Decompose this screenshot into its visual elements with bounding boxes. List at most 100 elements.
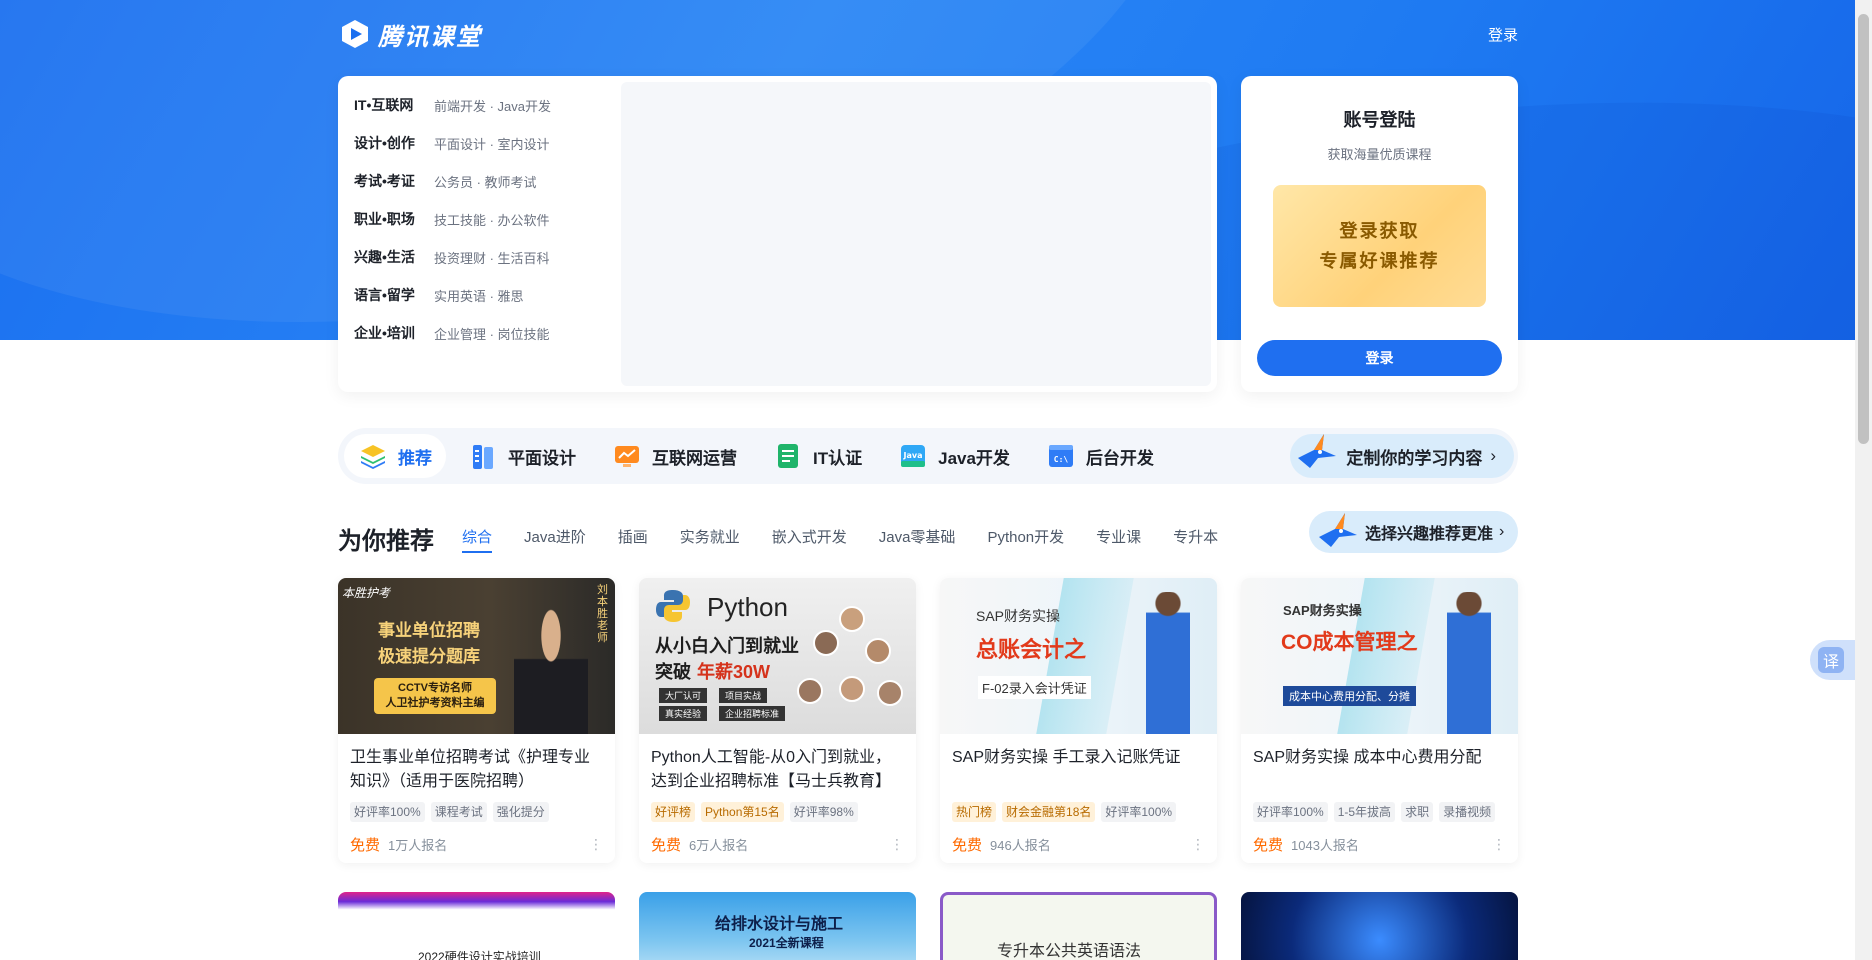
course-tags: 好评榜 Python第15名 好评率98% (651, 802, 904, 822)
topic-tab-internet-ops[interactable]: 互联网运营 (598, 434, 751, 478)
category-sub-label[interactable]: 企业管理 · 岗位技能 (434, 324, 550, 343)
scrollbar-thumb[interactable] (1858, 14, 1869, 444)
header-login-link[interactable]: 登录 (1488, 24, 1518, 45)
topic-tab-backend[interactable]: C:\ 后台开发 (1032, 434, 1168, 478)
bird-mascot-icon (1319, 513, 1357, 547)
more-vertical-icon[interactable]: ⋮ (890, 836, 904, 853)
login-card: 账号登陆 获取海量优质课程 登录获取 专属好课推荐 登录 (1241, 76, 1518, 392)
translate-button[interactable]: 译 (1810, 640, 1855, 680)
course-card[interactable]: 专升本公共英语语法 (940, 892, 1217, 960)
businessman-figure (1447, 592, 1491, 734)
category-item[interactable]: 兴趣•生活 投资理财 · 生活百科 (354, 238, 614, 276)
more-vertical-icon[interactable]: ⋮ (1191, 836, 1205, 853)
customize-learning-button[interactable]: 定制你的学习内容 › (1290, 434, 1514, 478)
course-title[interactable]: 卫生事业单位招聘考试《护理专业知识》（适用于医院招聘） (350, 746, 603, 794)
banner-carousel[interactable] (621, 82, 1211, 386)
course-tag: 好评率100% (1101, 802, 1177, 822)
course-tag: 录播视频 (1439, 802, 1496, 822)
course-card[interactable]: 2022硬件设计实战培训 (338, 892, 615, 960)
category-panel: IT•互联网 前端开发 · Java开发 设计•创作 平面设计 · 室内设计 考… (338, 76, 1217, 392)
login-button[interactable]: 登录 (1257, 340, 1502, 376)
recommend-tab[interactable]: Java进阶 (524, 526, 586, 553)
category-list: IT•互联网 前端开发 · Java开发 设计•创作 平面设计 · 室内设计 考… (354, 86, 614, 352)
topic-label: 后台开发 (1085, 448, 1154, 468)
course-footer: 免费 1万人报名 ⋮ (350, 834, 603, 855)
category-sub-label[interactable]: 平面设计 · 室内设计 (434, 134, 550, 153)
topic-label: IT认证 (813, 448, 863, 468)
course-tag: 强化提分 (492, 802, 549, 822)
course-title[interactable]: SAP财务实操 手工录入记账凭证 (952, 746, 1205, 794)
category-item[interactable]: 企业•培训 企业管理 · 岗位技能 (354, 314, 614, 352)
category-item[interactable]: 考试•考证 公务员 · 教师考试 (354, 162, 614, 200)
more-vertical-icon[interactable]: ⋮ (589, 836, 603, 853)
course-price: 免费 (1253, 837, 1284, 854)
course-tag: 求职 (1401, 802, 1434, 822)
category-item[interactable]: 语言•留学 实用英语 · 雅思 (354, 276, 614, 314)
svg-text:C:\: C:\ (1054, 455, 1069, 464)
topic-tab-recommend[interactable]: 推荐 (344, 434, 446, 478)
topic-label: 互联网运营 (652, 448, 737, 468)
recommend-tab[interactable]: 专升本 (1173, 526, 1218, 553)
thumb-chip: 大厂认可 (659, 688, 708, 703)
course-card[interactable]: Python 从小白入门到就业 突破 年薪30W 大厂认可 项目实战 真实经验 … (639, 578, 916, 863)
businessman-figure (1146, 592, 1190, 734)
site-logo[interactable]: 腾讯课堂 (338, 16, 482, 52)
recommend-tab[interactable]: Java零基础 (879, 526, 956, 553)
course-thumbnail: 本胜护考 事业单位招聘 极速提分题库 CCTV专访名师 人卫社护考资料主编 刘本… (338, 578, 615, 734)
category-main-label: 设计•创作 (354, 135, 415, 151)
course-footer: 免费 6万人报名 ⋮ (651, 834, 904, 855)
category-sub-label[interactable]: 投资理财 · 生活百科 (434, 248, 550, 267)
course-title[interactable]: SAP财务实操 成本中心费用分配 (1253, 746, 1506, 794)
course-tag: 课程考试 (430, 802, 487, 822)
category-sub-label[interactable]: 前端开发 · Java开发 (434, 96, 551, 115)
recommend-tab[interactable]: 实务就业 (680, 526, 740, 553)
category-sub-label[interactable]: 公务员 · 教师考试 (434, 172, 537, 191)
recommend-tab[interactable]: 插画 (618, 526, 648, 553)
thumb-headline1: CO成本管理之 (1281, 631, 1418, 654)
layers-icon (361, 445, 385, 469)
thumb-headline1: 给排水设计与施工 (715, 916, 844, 933)
topic-tab-it-cert[interactable]: IT认证 (759, 434, 876, 478)
login-promo-banner[interactable]: 登录获取 专属好课推荐 (1273, 185, 1486, 307)
logo-icon (342, 20, 368, 48)
category-main-label: 语言•留学 (354, 287, 415, 303)
pencil-ruler-icon (473, 445, 493, 469)
more-vertical-icon[interactable]: ⋮ (1492, 836, 1506, 853)
course-thumbnail: SAP财务实操 总账会计之 F-02录入会计凭证 (940, 578, 1217, 734)
category-sub-label[interactable]: 技工技能 · 办公软件 (434, 210, 550, 229)
recommend-tab[interactable]: 综合 (462, 526, 493, 553)
recommend-tab[interactable]: 嵌入式开发 (772, 526, 847, 553)
course-enroll-count: 1万人报名 (388, 838, 448, 853)
topic-tab-graphic-design[interactable]: 平面设计 (454, 434, 590, 478)
course-card[interactable] (1241, 892, 1518, 960)
thumb-brand: 本胜护考 (342, 586, 391, 600)
thumb-headline1: 专升本公共英语语法 (997, 943, 1142, 960)
thumb-badge-line2: 人卫社护考资料主编 (385, 697, 485, 709)
course-card[interactable]: 给排水设计与施工 2021全新课程 (639, 892, 916, 960)
course-title[interactable]: Python人工智能-从0入门到就业，达到企业招聘标准【马士兵教育】 (651, 746, 904, 794)
recommend-tab[interactable]: 专业课 (1096, 526, 1141, 553)
topic-tab-java[interactable]: Java Java开发 (884, 434, 1024, 478)
thumb-chip: 真实经验 (659, 706, 708, 721)
category-main-label: 企业•培训 (354, 325, 415, 341)
thumb-headline2: 2021全新课程 (749, 936, 824, 950)
category-item[interactable]: IT•互联网 前端开发 · Java开发 (354, 86, 614, 124)
category-sub-label[interactable]: 实用英语 · 雅思 (434, 286, 524, 305)
category-item[interactable]: 设计•创作 平面设计 · 室内设计 (354, 124, 614, 162)
teacher-avatar (877, 680, 903, 706)
thumb-brand: Python (707, 592, 788, 622)
course-card[interactable]: 本胜护考 事业单位招聘 极速提分题库 CCTV专访名师 人卫社护考资料主编 刘本… (338, 578, 615, 863)
thumb-headline1: 从小白入门到就业 (655, 636, 799, 656)
course-card[interactable]: SAP财务实操 总账会计之 F-02录入会计凭证 SAP财务实操 手工录入记账凭… (940, 578, 1217, 863)
category-main-label: IT•互联网 (354, 97, 414, 113)
thumb-chip: 项目实战 (719, 688, 768, 703)
course-tag: 好评率100% (350, 802, 425, 822)
course-card[interactable]: SAP财务实操 CO成本管理之 成本中心费用分配、分摊 SAP财务实操 成本中心… (1241, 578, 1518, 863)
category-main-label: 考试•考证 (354, 173, 415, 189)
terminal-icon: C:\ (1048, 445, 1073, 467)
recommend-tab[interactable]: Python开发 (987, 526, 1064, 553)
course-footer: 免费 1043人报名 ⋮ (1253, 834, 1506, 855)
chart-screen-icon (615, 446, 639, 467)
choose-interest-button[interactable]: 选择兴趣推荐更准 › (1309, 511, 1518, 553)
category-item[interactable]: 职业•职场 技工技能 · 办公软件 (354, 200, 614, 238)
